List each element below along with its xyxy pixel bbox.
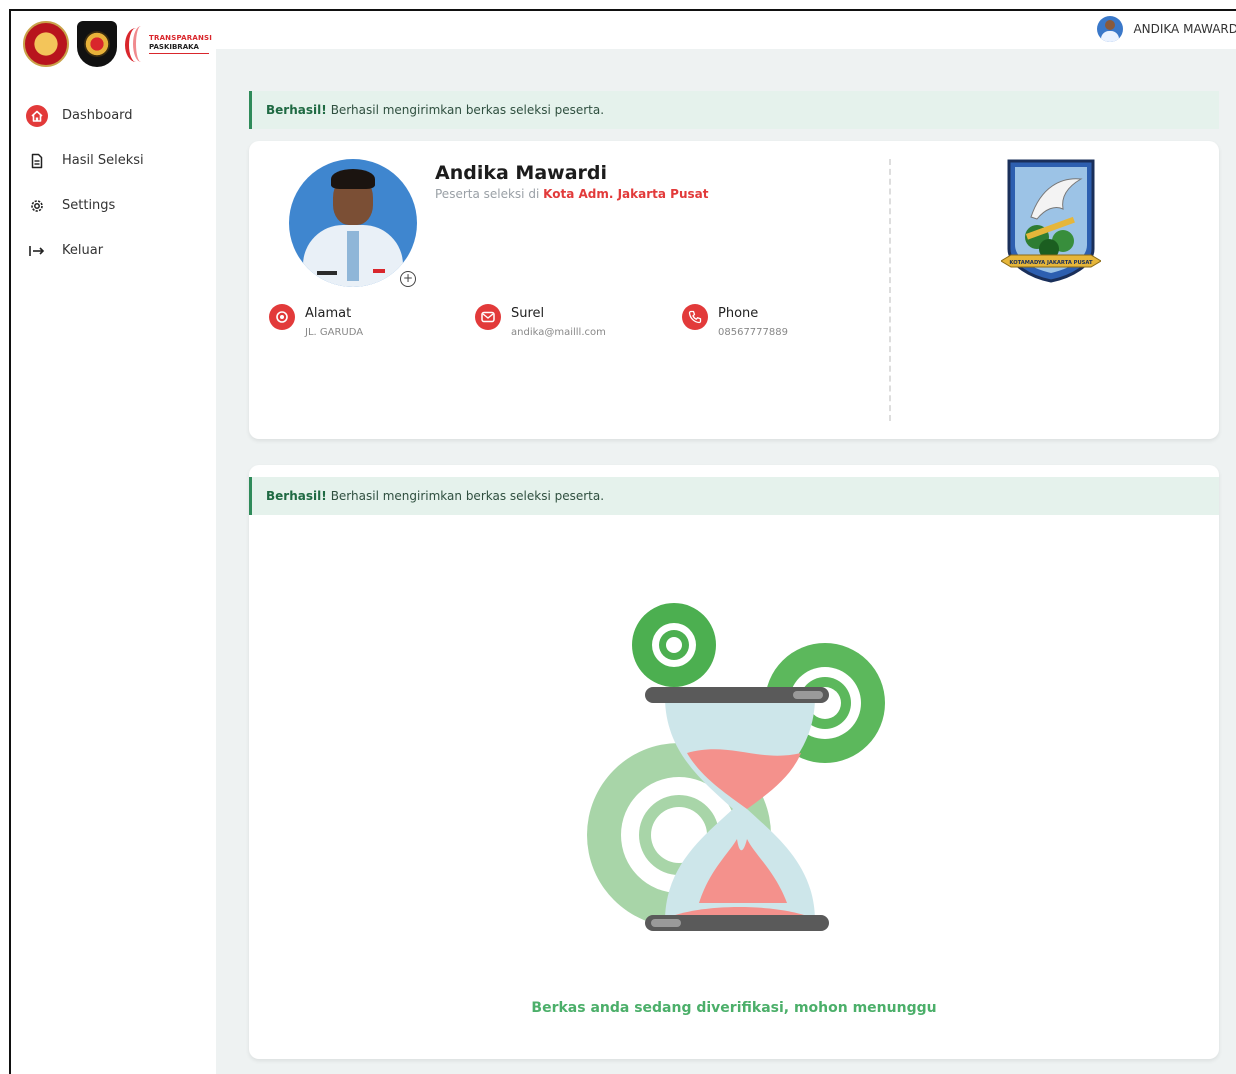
photo-tie — [347, 231, 359, 281]
sidebar-item-label: Dashboard — [62, 108, 133, 123]
verification-status-message: Berkas anda sedang diverifikasi, mohon m… — [531, 1000, 937, 1016]
contact-surel: Surel andika@mailll.com — [475, 304, 606, 338]
sidebar-item-label: Hasil Seleksi — [62, 153, 144, 168]
success-alert: Berhasil! Berhasil mengirimkan berkas se… — [249, 91, 1219, 129]
home-icon — [26, 104, 48, 127]
avatar[interactable] — [1097, 16, 1124, 42]
alert-strong: Berhasil! — [266, 489, 327, 503]
profile-photo — [289, 159, 417, 287]
sidebar-item-hasil-seleksi[interactable]: Hasil Seleksi — [26, 138, 144, 183]
success-alert: Berhasil! Berhasil mengirimkan berkas se… — [249, 477, 1219, 515]
sidebar-item-settings[interactable]: Settings — [26, 183, 144, 228]
subtitle-prefix: Peserta seleksi di — [435, 187, 540, 201]
contact-alamat: Alamat JL. GARUDA — [269, 304, 363, 338]
contact-phone: Phone 08567777889 — [682, 304, 788, 338]
top-bar: ANDIKA MAWARD — [216, 11, 1236, 49]
contact-value: andika@mailll.com — [511, 327, 606, 338]
gear-icon — [26, 195, 48, 217]
profile-card: + Andika Mawardi Peserta seleksi di Kota… — [249, 141, 1219, 439]
profile-subtitle: Peserta seleksi di Kota Adm. Jakarta Pus… — [435, 187, 708, 201]
card-divider — [889, 159, 891, 421]
hourglass-gears-illustration — [587, 603, 885, 931]
sidebar-nav: Dashboard Hasil Seleksi Settings Keluar — [26, 93, 144, 273]
logout-icon — [26, 240, 48, 262]
svg-text:KOTAMADYA JAKARTA PUSAT: KOTAMADYA JAKARTA PUSAT — [1009, 260, 1093, 266]
add-photo-button[interactable]: + — [400, 271, 416, 287]
document-icon — [26, 150, 48, 172]
phone-icon — [682, 304, 708, 330]
alert-strong: Berhasil! — [266, 103, 327, 117]
photo-hair — [331, 169, 375, 189]
sidebar-item-label: Keluar — [62, 243, 104, 258]
transparansi-logo[interactable]: TRANSPARANSI PASKIBRAKA — [125, 24, 215, 64]
logo-swoosh-inner — [133, 26, 149, 62]
user-name[interactable]: ANDIKA MAWARD — [1133, 22, 1236, 36]
jakarta-pusat-emblem: KOTAMADYA JAKARTA PUSAT — [1001, 159, 1101, 283]
contact-value: JL. GARUDA — [305, 327, 364, 338]
logo-text-paskibraka: PASKIBRAKA — [149, 43, 199, 51]
user-menu[interactable]: ANDIKA MAWARD — [1097, 16, 1236, 42]
main-content: Berhasil! Berhasil mengirimkan berkas se… — [216, 49, 1236, 1074]
logo-text-transparansi: TRANSPARANSI — [149, 34, 213, 42]
contact-title: Surel — [511, 306, 545, 321]
logo-underline — [149, 53, 209, 54]
paskibraka-shield-logo — [77, 21, 117, 67]
contact-title: Alamat — [305, 306, 352, 321]
sidebar-item-dashboard[interactable]: Dashboard — [26, 93, 144, 138]
profile-region: Kota Adm. Jakarta Pusat — [543, 187, 709, 201]
app-frame: TRANSPARANSI PASKIBRAKA Dashboard Hasil … — [9, 9, 1236, 1074]
location-icon — [269, 304, 295, 330]
shield-emblem — [84, 31, 110, 57]
garuda-logo — [23, 21, 69, 67]
sidebar: TRANSPARANSI PASKIBRAKA Dashboard Hasil … — [11, 11, 216, 1074]
photo-badge-flag — [373, 269, 385, 273]
profile-name: Andika Mawardi — [435, 162, 608, 184]
mail-icon — [475, 304, 501, 330]
photo-badge-name — [317, 271, 337, 275]
status-card: Berhasil! Berhasil mengirimkan berkas se… — [249, 465, 1219, 1059]
sidebar-item-label: Settings — [62, 198, 116, 213]
alert-text: Berhasil mengirimkan berkas seleksi pese… — [330, 103, 605, 117]
alert-text: Berhasil mengirimkan berkas seleksi pese… — [330, 489, 605, 503]
sidebar-item-keluar[interactable]: Keluar — [26, 228, 144, 273]
logo-group: TRANSPARANSI PASKIBRAKA — [23, 21, 215, 67]
contact-title: Phone — [718, 306, 759, 321]
contact-value: 08567777889 — [718, 327, 788, 338]
